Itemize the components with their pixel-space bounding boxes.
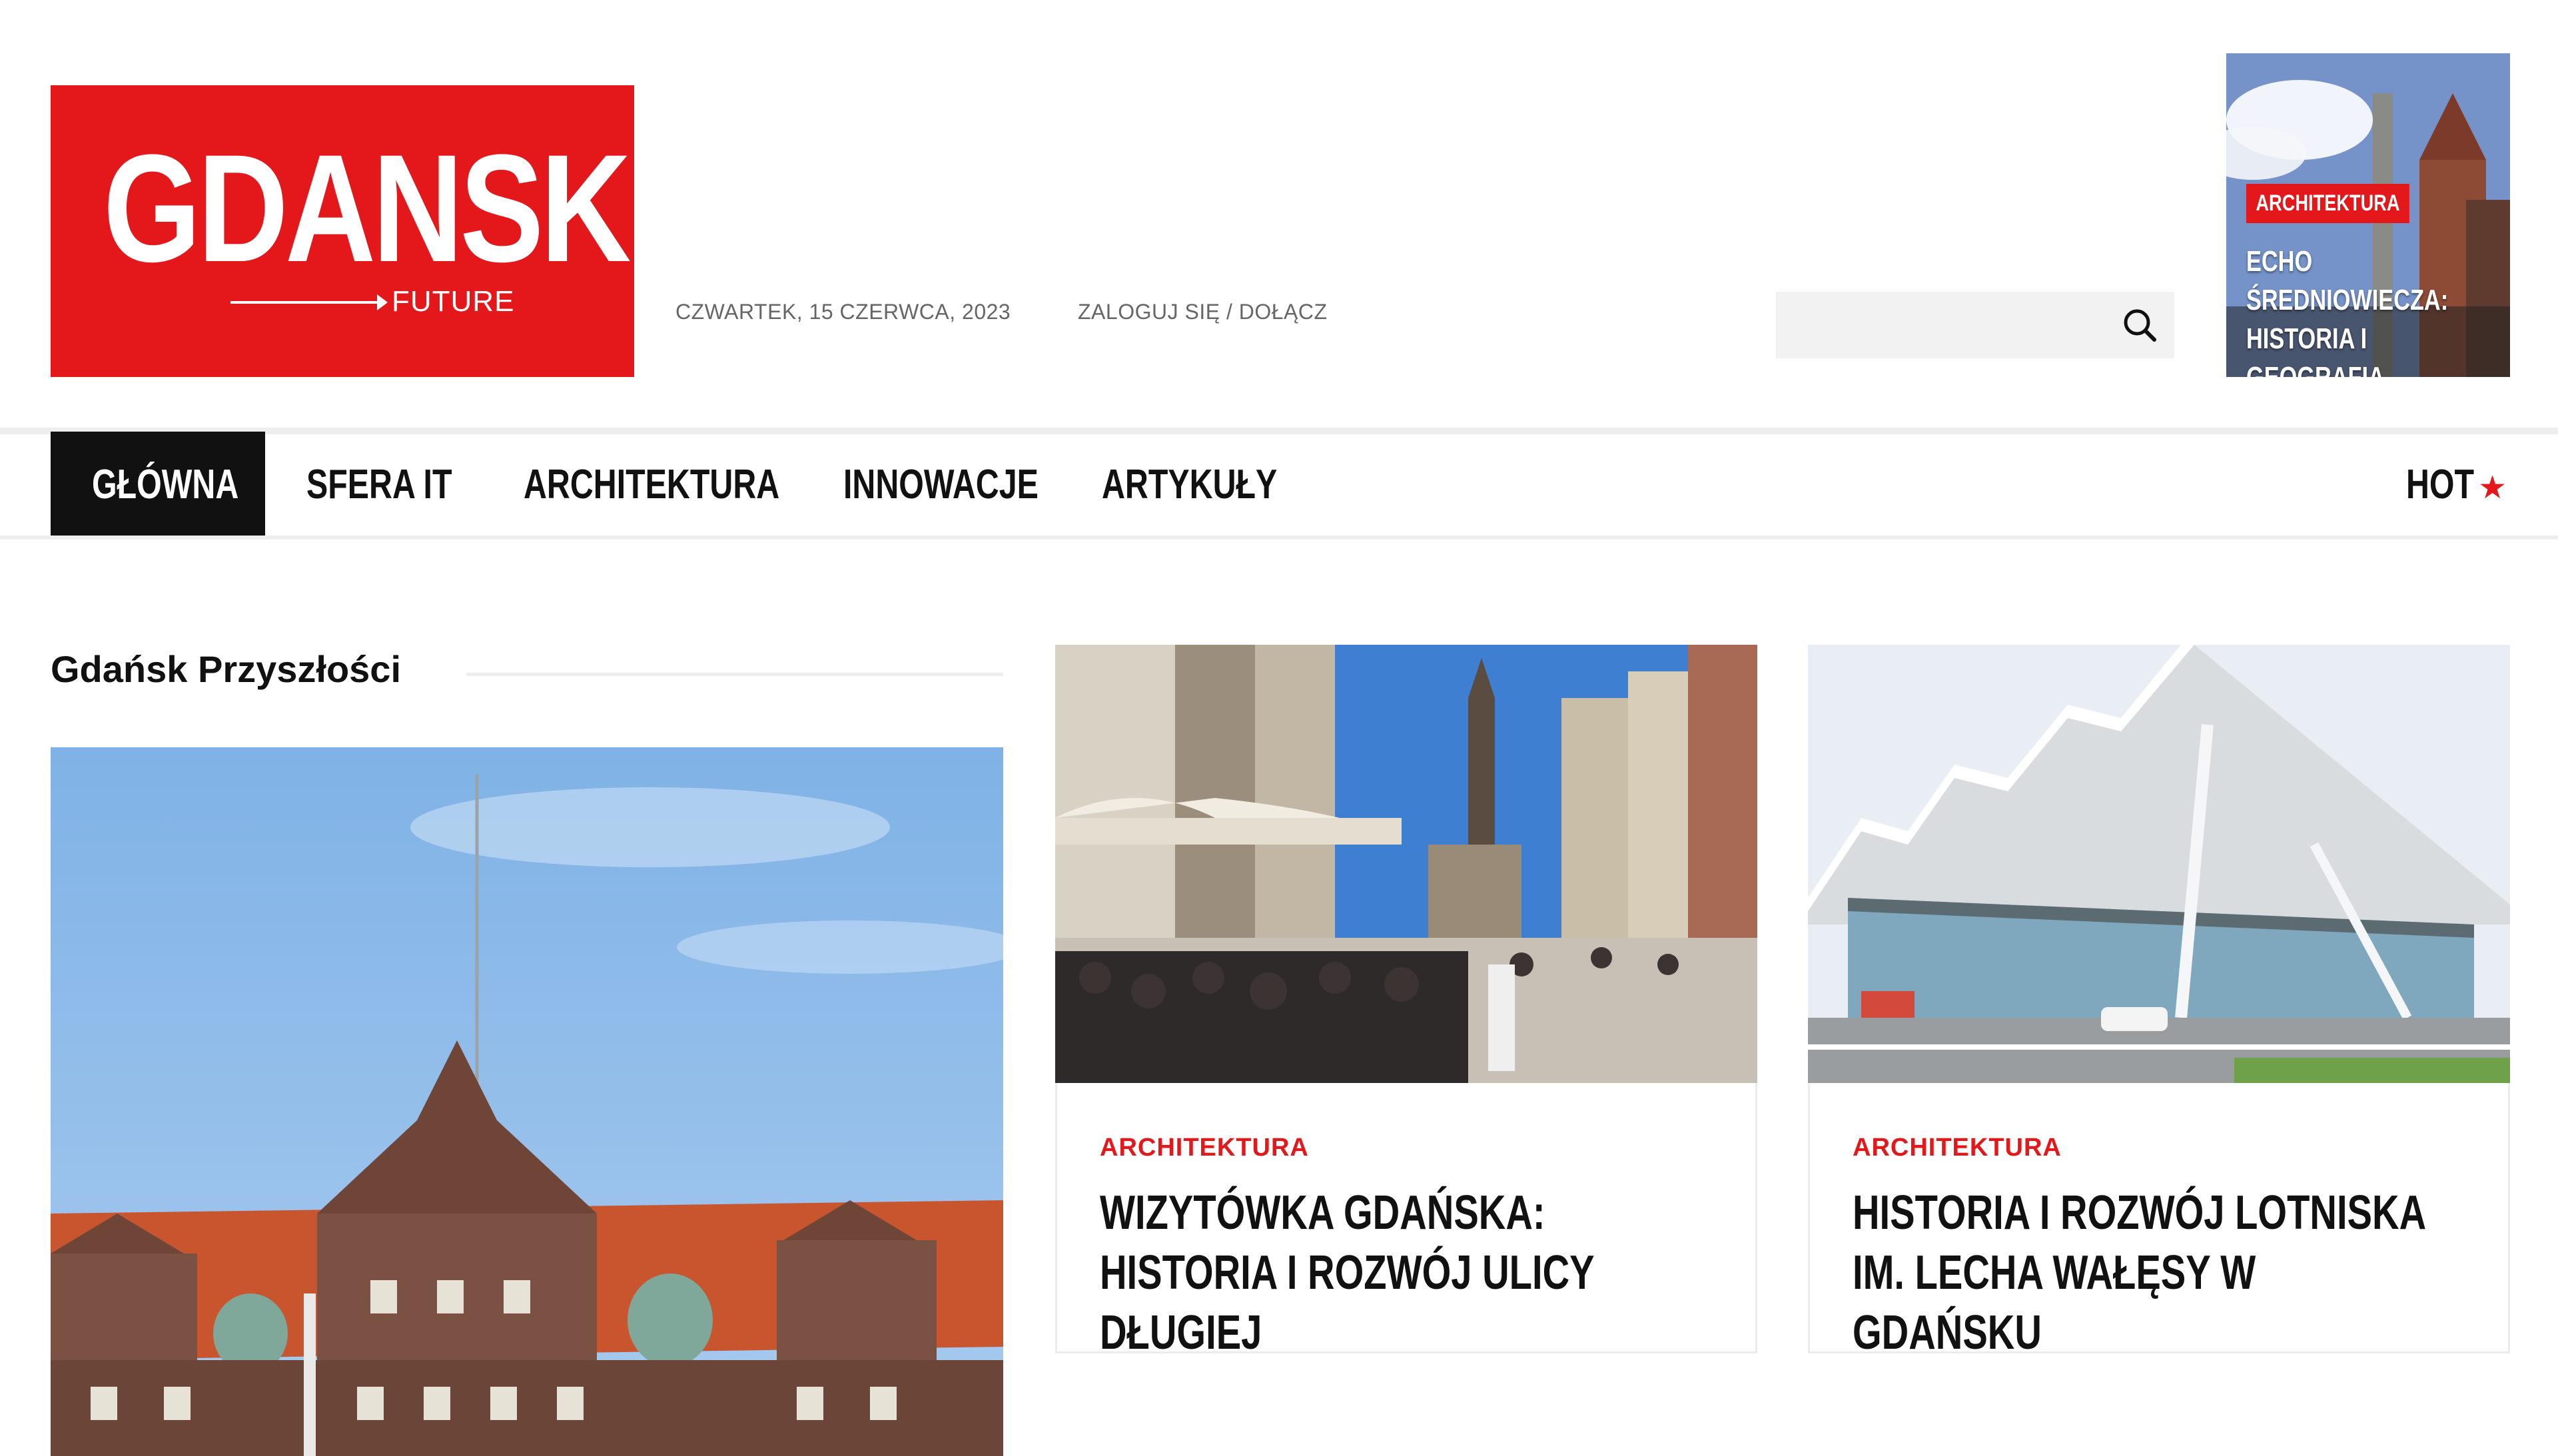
nav-item-artykuly[interactable]: ARTYKUŁY (1102, 434, 1277, 536)
login-link[interactable]: ZALOGUJ SIĘ / DOŁĄCZ (1078, 300, 1328, 324)
nav-item-architektura[interactable]: ARCHITEKTURA (524, 434, 779, 536)
promo-article[interactable]: ARCHITEKTURA ECHO ŚREDNIOWIECZA: HISTORI… (2226, 53, 2510, 377)
site-logo[interactable]: GDANSK FUTURE (51, 85, 634, 377)
current-date: CZWARTEK, 15 CZERWCA, 2023 (675, 300, 1011, 324)
section-divider (466, 673, 1003, 676)
arrow-right-icon (377, 294, 388, 310)
logo-arrow-line (230, 301, 382, 304)
star-icon: ★ (2478, 470, 2507, 506)
article-image-ulica-dluga[interactable] (1055, 645, 1757, 1083)
promo-title[interactable]: ECHO ŚREDNIOWIECZA: HISTORIA I GEOGRAFIA… (2246, 242, 2491, 377)
nav-item-glowna[interactable]: GŁÓWNA (92, 434, 238, 536)
logo-subtitle: FUTURE (392, 285, 515, 318)
search-box (1776, 292, 2174, 358)
search-input[interactable] (1776, 292, 2109, 358)
article-card-lotnisko[interactable]: ARCHITEKTURA HISTORIA I ROZWÓJ LOTNISKA … (1808, 1083, 2510, 1359)
article-category[interactable]: ARCHITEKTURA (1853, 1134, 2062, 1162)
nav-item-hot[interactable]: HOT (2406, 434, 2474, 536)
article-image-lotnisko[interactable] (1808, 645, 2510, 1083)
promo-category[interactable]: ARCHITEKTURA (2246, 184, 2409, 223)
nav-item-innowacje[interactable]: INNOWACJE (843, 434, 1039, 536)
featured-article-image[interactable] (51, 747, 1003, 1456)
article-title[interactable]: WIZYTÓWKA GDAŃSKA: HISTORIA I ROZWÓJ ULI… (1100, 1183, 1697, 1363)
article-category[interactable]: ARCHITEKTURA (1100, 1134, 1309, 1162)
nav-top-border (0, 428, 2558, 434)
featured-image-illustration (51, 747, 1003, 1456)
nav-bottom-border (0, 536, 2558, 540)
search-icon[interactable] (2117, 302, 2162, 348)
ulica-dluga-illustration (1055, 645, 1757, 1083)
article-card-ulica-dluga[interactable]: ARCHITEKTURA WIZYTÓWKA GDAŃSKA: HISTORIA… (1055, 1083, 1757, 1359)
airport-illustration (1808, 645, 2510, 1083)
article-title[interactable]: HISTORIA I ROZWÓJ LOTNISKA IM. LECHA WAŁ… (1853, 1183, 2450, 1363)
nav-item-sfera-it[interactable]: SFERA IT (306, 434, 452, 536)
logo-text: GDANSK (103, 123, 632, 294)
section-title: Gdańsk Przyszłości (51, 648, 402, 690)
